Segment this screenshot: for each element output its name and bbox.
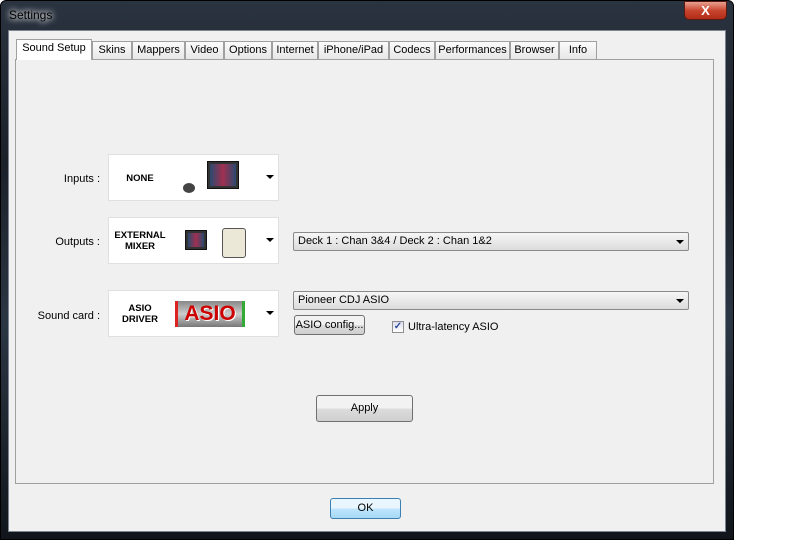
ultra-latency-checkbox[interactable]: ✓	[392, 321, 404, 333]
ok-button[interactable]: OK	[330, 498, 401, 519]
soundcard-label: Sound card :	[37, 310, 100, 322]
laptop-icon	[185, 230, 207, 250]
inputs-selector[interactable]: NONE	[108, 154, 279, 201]
output-routing-dropdown[interactable]: Deck 1 : Chan 3&4 / Deck 2 : Chan 1&2	[293, 232, 689, 251]
tab-internet[interactable]: Internet	[272, 41, 318, 60]
tab-options[interactable]: Options	[224, 41, 272, 60]
chevron-down-icon	[266, 238, 274, 242]
asio-config-button[interactable]: ASIO config...	[294, 315, 365, 335]
close-button[interactable]: X	[684, 1, 727, 20]
apply-button[interactable]: Apply	[316, 395, 413, 422]
outputs-selector[interactable]: EXTERNAL MIXER	[108, 217, 279, 264]
ultra-latency-label: Ultra-latency ASIO	[408, 321, 499, 333]
soundcard-value-line1: ASIO	[128, 303, 152, 314]
chevron-down-icon	[266, 311, 274, 315]
soundcard-value-line2: DRIVER	[122, 314, 158, 325]
tab-iphone-ipad[interactable]: iPhone/iPad	[318, 41, 389, 60]
soundcard-selector[interactable]: ASIO DRIVER ASIO	[108, 290, 279, 337]
tab-sound-setup[interactable]: Sound Setup	[16, 39, 92, 60]
soundcard-device-value: Pioneer CDJ ASIO	[298, 294, 390, 306]
inputs-value: NONE	[126, 173, 154, 184]
mouse-icon	[183, 183, 195, 193]
tab-video[interactable]: Video	[185, 41, 224, 60]
mixer-icon	[222, 228, 246, 258]
asio-logo: ASIO	[175, 301, 245, 327]
chevron-down-icon	[266, 175, 274, 179]
outputs-label: Outputs :	[55, 236, 100, 248]
window-title: Settings	[9, 8, 53, 22]
tab-browser[interactable]: Browser	[510, 41, 559, 60]
chevron-down-icon	[676, 240, 684, 244]
soundcard-device-dropdown[interactable]: Pioneer CDJ ASIO	[293, 291, 689, 310]
outputs-value-line2: MIXER	[124, 241, 156, 252]
tab-mappers[interactable]: Mappers	[132, 41, 185, 60]
outputs-value-line1: EXTERNAL	[114, 230, 166, 241]
tab-skins[interactable]: Skins	[92, 41, 132, 60]
inputs-label: Inputs :	[63, 173, 100, 185]
output-routing-value: Deck 1 : Chan 3&4 / Deck 2 : Chan 1&2	[298, 235, 492, 247]
tab-info[interactable]: Info	[559, 41, 597, 60]
laptop-icon	[207, 161, 239, 189]
tab-performances[interactable]: Performances	[435, 41, 510, 60]
tab-codecs[interactable]: Codecs	[389, 41, 435, 60]
chevron-down-icon	[676, 299, 684, 303]
